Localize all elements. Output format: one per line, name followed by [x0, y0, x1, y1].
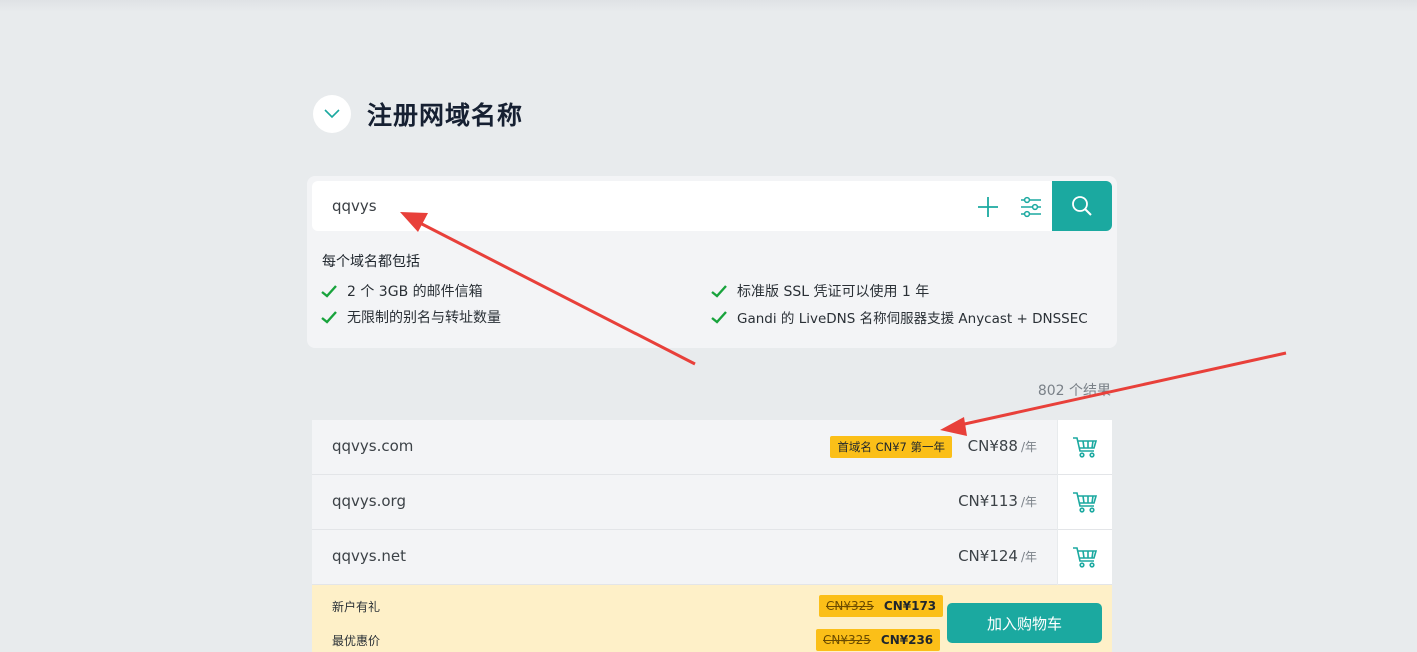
feature-item: 标准版 SSL 凭证可以使用 1 年: [711, 281, 929, 301]
domain-price: CN¥124/年: [958, 547, 1037, 565]
collapse-toggle[interactable]: [313, 95, 351, 133]
feature-item: 无限制的别名与转址数量: [321, 307, 501, 327]
price-value: CN¥113: [958, 492, 1018, 510]
check-icon: [321, 284, 339, 298]
price-unit: /年: [1020, 550, 1037, 564]
old-price: CN¥325: [823, 633, 871, 647]
chevron-down-icon: [324, 109, 340, 119]
domain-row: qqvys.com 首域名 CN¥7 第一年 CN¥88/年: [312, 420, 1057, 475]
plus-icon: [978, 197, 998, 217]
feature-label: 标准版 SSL 凭证可以使用 1 年: [737, 284, 930, 300]
price-unit: /年: [1020, 495, 1037, 509]
check-icon: [711, 284, 729, 298]
add-to-cart-button[interactable]: [1058, 475, 1112, 530]
search-icon: [1072, 196, 1092, 216]
add-to-cart-button[interactable]: [1058, 420, 1112, 475]
check-icon: [711, 310, 729, 324]
check-icon: [321, 310, 339, 324]
domain-name: qqvys.com: [332, 437, 414, 455]
includes-title: 每个域名都包括: [322, 254, 420, 270]
filter-sliders-icon: [1021, 196, 1041, 218]
search-box: [312, 181, 1052, 231]
cart-icon: [1073, 492, 1098, 513]
deal-label: 新户有礼: [332, 600, 381, 614]
page-title: 注册网域名称: [367, 101, 524, 130]
new-price: CN¥236: [880, 633, 934, 647]
promo-badge: 首域名 CN¥7 第一年: [830, 436, 952, 458]
new-price: CN¥173: [883, 599, 937, 613]
search-button[interactable]: [1052, 181, 1112, 231]
deal-price-badge: CN¥325 CN¥236: [816, 629, 941, 651]
feature-label: 无限制的别名与转址数量: [347, 310, 501, 326]
domain-price: CN¥88/年: [968, 437, 1037, 455]
search-panel: 每个域名都包括 2 个 3GB 的邮件信箱 无限制的别名与转址数量 标准版 SS…: [307, 176, 1117, 348]
domain-price: CN¥113/年: [958, 492, 1037, 510]
old-price: CN¥325: [826, 599, 874, 613]
deal-price-badge: CN¥325 CN¥173: [819, 595, 944, 617]
price-value: CN¥88: [967, 437, 1018, 455]
top-shadow: [0, 0, 1417, 12]
add-domain-button[interactable]: [976, 195, 1000, 219]
search-input[interactable]: [332, 194, 892, 218]
feature-item: 2 个 3GB 的邮件信箱: [321, 281, 483, 301]
domain-name: qqvys.net: [332, 547, 406, 565]
cart-icon: [1073, 437, 1098, 458]
domain-row: qqvys.org CN¥113/年: [312, 475, 1057, 530]
price-value: CN¥124: [958, 547, 1018, 565]
deals-bar: 新户有礼 CN¥325 CN¥173 最优惠价 CN¥325 CN¥236 加入…: [312, 585, 1112, 652]
feature-label: 2 个 3GB 的邮件信箱: [347, 284, 483, 300]
feature-label: Gandi 的 LiveDNS 名称伺服器支援 Anycast + DNSSEC: [737, 311, 1088, 327]
price-unit: /年: [1020, 440, 1037, 454]
cart-icon: [1073, 547, 1098, 568]
results-count: 802 个结果: [1037, 383, 1111, 399]
domain-row: qqvys.net CN¥124/年: [312, 530, 1057, 585]
add-to-cart-button[interactable]: [1058, 530, 1112, 585]
filter-button[interactable]: [1018, 194, 1044, 220]
deal-label: 最优惠价: [332, 634, 381, 648]
domain-name: qqvys.org: [332, 492, 406, 510]
add-to-cart-button[interactable]: 加入购物车: [947, 603, 1102, 643]
feature-item: Gandi 的 LiveDNS 名称伺服器支援 Anycast + DNSSEC: [711, 307, 1088, 327]
title-row: 注册网域名称: [313, 95, 523, 133]
